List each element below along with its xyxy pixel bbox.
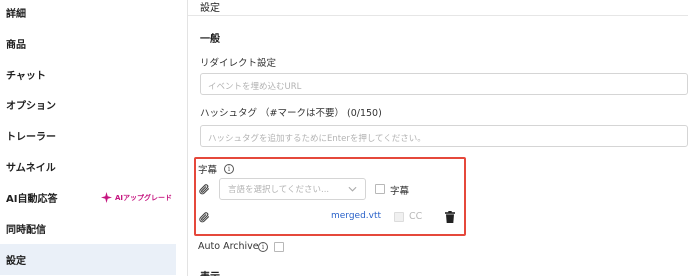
- language-select[interactable]: 言語を選択してください...: [219, 178, 366, 200]
- sparkle-icon: [101, 192, 112, 203]
- sidebar-item-products[interactable]: 商品: [0, 28, 176, 59]
- sidebar-item-label: 設定: [6, 256, 26, 267]
- sidebar-item-label: トレーラー: [6, 132, 56, 143]
- sidebar-item-thumbnail[interactable]: サムネイル: [0, 151, 176, 182]
- ai-upgrade-badge[interactable]: AIアップグレード: [101, 192, 172, 203]
- section-title-general: 一般: [200, 34, 220, 45]
- subtitle-checkbox[interactable]: [375, 184, 385, 194]
- sidebar-item-label: サムネイル: [6, 163, 56, 174]
- sidebar-item-label: オプション: [6, 101, 56, 112]
- settings-panel: 設定 一般 リダイレクト設定 ハッシュタグ （#マークは不要） (0/150) …: [188, 0, 688, 276]
- sidebar-item-ai-auto-reply[interactable]: AI自動応答 AIアップグレード: [0, 182, 176, 213]
- header-divider: [188, 15, 688, 16]
- redirect-url-input[interactable]: [208, 77, 680, 97]
- sidebar-item-details[interactable]: 詳細: [0, 0, 176, 28]
- auto-archive-checkbox[interactable]: [274, 242, 284, 252]
- sidebar: 詳細 商品 チャット オプション トレーラー サムネイル AI自動応答 AIアッ…: [0, 0, 176, 276]
- redirect-label: リダイレクト設定: [200, 58, 277, 69]
- hashtag-field[interactable]: [200, 125, 688, 149]
- redirect-field[interactable]: [200, 73, 688, 97]
- sidebar-item-chat[interactable]: チャット: [0, 59, 176, 90]
- sidebar-item-label: 商品: [6, 40, 26, 51]
- sidebar-item-label: AI自動応答: [6, 194, 58, 205]
- sidebar-item-simulcast[interactable]: 同時配信: [0, 213, 176, 244]
- section-title-display: 表示: [200, 268, 220, 276]
- chevron-down-icon: [348, 186, 357, 192]
- sidebar-item-label: 詳細: [6, 9, 26, 20]
- info-icon[interactable]: i: [224, 164, 234, 174]
- sidebar-item-label: 同時配信: [6, 225, 46, 236]
- info-icon[interactable]: i: [258, 242, 268, 252]
- sidebar-item-label: チャット: [6, 71, 46, 82]
- sidebar-item-options[interactable]: オプション: [0, 89, 176, 120]
- hashtag-label: ハッシュタグ （#マークは不要） (0/150): [200, 108, 382, 119]
- ai-upgrade-label: AIアップグレード: [115, 193, 173, 202]
- language-select-placeholder: 言語を選択してください...: [228, 185, 330, 195]
- paperclip-icon[interactable]: [198, 211, 210, 223]
- cc-label: CC: [409, 211, 423, 222]
- page-title: 設定: [200, 3, 220, 14]
- hashtag-input[interactable]: [208, 129, 680, 149]
- auto-archive-label: Auto Archive: [198, 241, 259, 252]
- sidebar-item-trailer[interactable]: トレーラー: [0, 120, 176, 151]
- subtitle-label: 字幕: [198, 165, 218, 176]
- paperclip-icon[interactable]: [198, 183, 210, 195]
- subtitle-file-link[interactable]: merged.vtt: [331, 211, 381, 221]
- cc-checkbox[interactable]: [394, 212, 404, 222]
- sidebar-item-settings[interactable]: 設定: [0, 244, 176, 275]
- subtitle-checkbox-label: 字幕: [390, 186, 410, 197]
- trash-icon[interactable]: [445, 211, 455, 223]
